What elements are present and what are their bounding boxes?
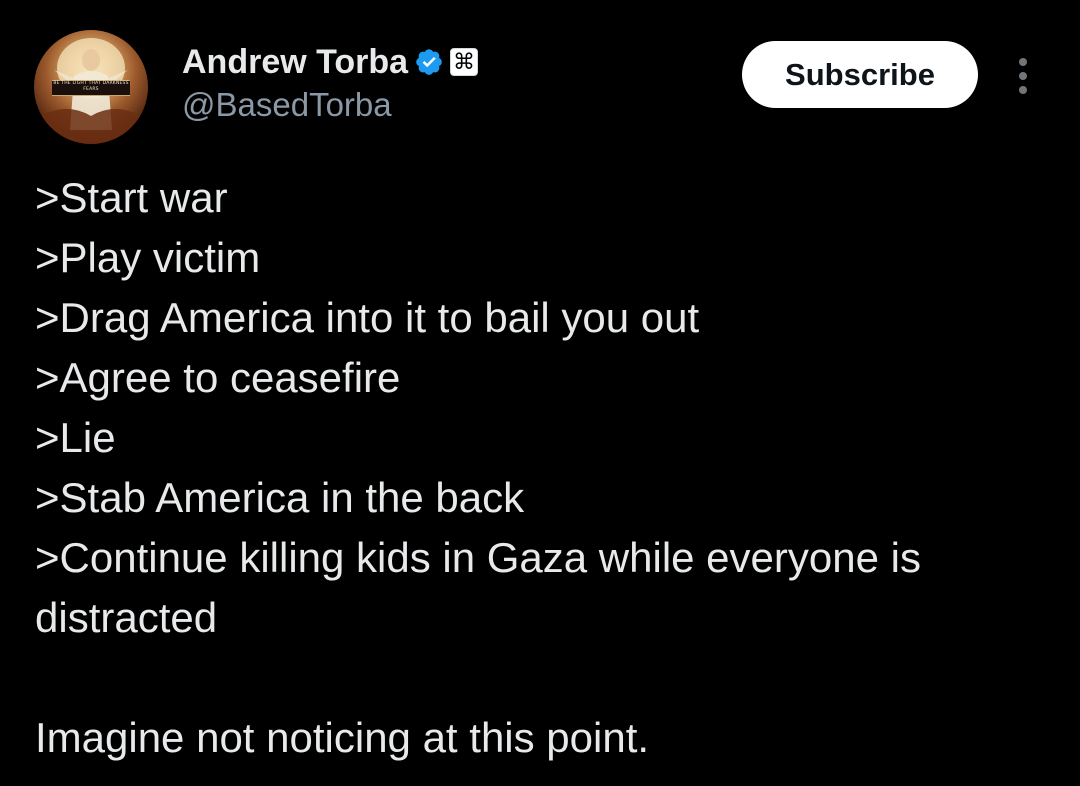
tweet-line: >Continue killing kids in Gaza while eve… xyxy=(35,534,921,581)
command-key-icon[interactable]: ⌘ xyxy=(450,48,479,76)
tweet-card: BE THE LIGHT THAT DARKNESS FEARS Andrew … xyxy=(0,0,1080,786)
tweet-line: >Agree to ceasefire xyxy=(35,354,401,401)
tweet-line: >Lie xyxy=(35,414,116,461)
tweet-line: >Drag America into it to bail you out xyxy=(35,294,700,341)
verified-badge-icon[interactable] xyxy=(414,47,444,77)
tweet-line: distracted xyxy=(35,594,218,641)
more-options-icon[interactable] xyxy=(1010,56,1036,96)
tweet-line: >Start war xyxy=(35,174,228,221)
tweet-line: >Stab America in the back xyxy=(35,474,525,521)
avatar[interactable]: BE THE LIGHT THAT DARKNESS FEARS xyxy=(34,30,148,144)
avatar-banner-text: BE THE LIGHT THAT DARKNESS FEARS xyxy=(52,80,130,96)
name-row: Andrew Torba ⌘ xyxy=(182,40,479,84)
subscribe-button[interactable]: Subscribe xyxy=(742,41,978,108)
display-name[interactable]: Andrew Torba xyxy=(182,43,408,82)
tweet-line: >Play victim xyxy=(35,234,261,281)
user-handle[interactable]: @BasedTorba xyxy=(182,86,392,124)
tweet-text: >Start war >Play victim >Drag America in… xyxy=(35,168,1055,768)
tweet-closing-line: Imagine not noticing at this point. xyxy=(35,714,650,761)
